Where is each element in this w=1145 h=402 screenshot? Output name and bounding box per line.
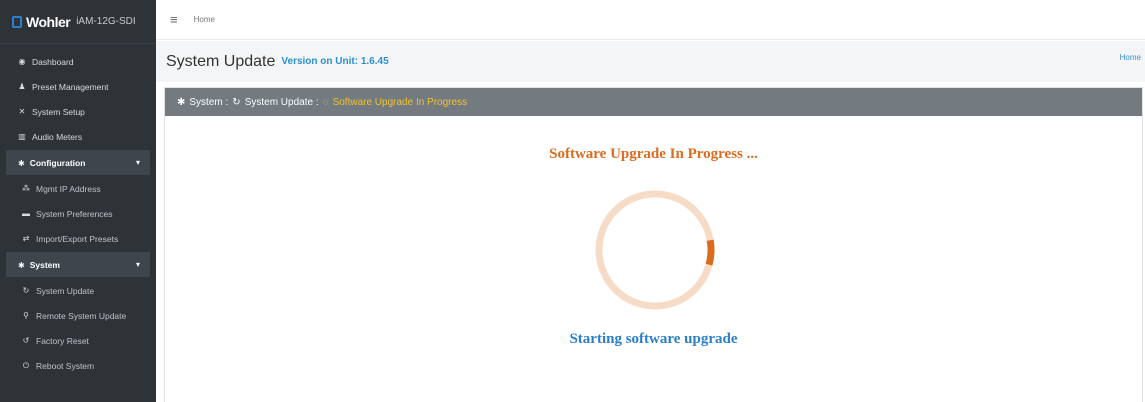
bar-chart-icon: ▥ <box>18 132 26 141</box>
exchange-icon: ⇄ <box>22 234 30 243</box>
sidebar-item-factory-reset[interactable]: ↺ Factory Reset <box>0 328 156 353</box>
crumb-system-update: System Update : <box>244 96 319 108</box>
status-text: Starting software upgrade <box>569 331 738 347</box>
progress-ring <box>595 190 715 310</box>
sidebar-item-label: System Update <box>36 285 95 296</box>
progress-title: Software Upgrade In Progress ... <box>549 146 758 162</box>
sidebar-item-label: Remote System Update <box>36 310 127 321</box>
hamburger-icon[interactable]: ≡ <box>170 12 178 27</box>
device-model: iAM-12G-SDI <box>76 16 136 27</box>
sidebar-item-system-preferences[interactable]: ▬ System Preferences <box>0 201 156 226</box>
sidebar-item-label: System Setup <box>32 106 85 117</box>
sidebar-item-reboot-system[interactable]: ⏻ Reboot System <box>0 353 156 378</box>
dashboard-icon: ◉ <box>18 57 26 66</box>
sidebar-item-label: Import/Export Presets <box>36 233 119 244</box>
sidebar-item-label: Factory Reset <box>36 335 89 346</box>
sidebar-item-label: Preset Management <box>32 81 109 92</box>
sidebar-item-label: Audio Meters <box>32 131 83 142</box>
progress-ring-track <box>595 190 715 310</box>
sidebar-item-system-update[interactable]: ↻ System Update <box>0 278 156 303</box>
sidebar-item-preset-management[interactable]: ♟ Preset Management <box>0 74 156 99</box>
spinner-icon: ◌ <box>322 96 329 108</box>
sidebar-item-label: Reboot System <box>36 360 95 371</box>
sidebar-item-audio-meters[interactable]: ▥ Audio Meters <box>0 124 156 149</box>
chevron-down-icon: ▾ <box>135 260 140 269</box>
sidebar-group-label: System <box>29 259 60 270</box>
undo-icon: ↺ <box>22 336 30 345</box>
page-header: System Update Version on Unit: 1.6.45 Ho… <box>156 41 1145 82</box>
top-bar: ≡ Home <box>156 0 1145 40</box>
sidebar: Wohler iAM-12G-SDI ◉ Dashboard ♟ Preset … <box>0 0 156 402</box>
sidebar-group-system[interactable]: ✱ System ▾ <box>6 252 150 277</box>
power-icon: ⏻ <box>22 360 30 370</box>
users-icon: ♟ <box>18 82 26 91</box>
crumb-system: System : <box>189 96 229 108</box>
brand-header[interactable]: Wohler iAM-12G-SDI <box>0 0 156 44</box>
refresh-icon: ↻ <box>232 96 241 108</box>
sidebar-item-mgmt-ip-address[interactable]: ⁂ Mgmt IP Address <box>0 176 156 201</box>
preferences-icon: ▬ <box>22 209 30 218</box>
gears-icon: ✱ <box>177 96 186 108</box>
tools-icon: ✕ <box>18 107 26 116</box>
sidebar-item-label: Mgmt IP Address <box>36 183 101 194</box>
home-link[interactable]: Home <box>1120 53 1141 62</box>
sidebar-group-label: Configuration <box>29 157 86 168</box>
update-card: ✱ System : ↻ System Update : ◌ Software … <box>164 87 1143 402</box>
card-breadcrumb: ✱ System : ↻ System Update : ◌ Software … <box>165 88 1142 116</box>
network-icon: ⁂ <box>22 184 30 193</box>
page-title: System Update <box>166 52 276 70</box>
wohler-logo-icon <box>12 15 22 28</box>
chevron-down-icon: ▾ <box>135 158 140 167</box>
sidebar-group-configuration[interactable]: ✱ Configuration ▾ <box>6 150 150 175</box>
remote-network-icon: ⚲ <box>23 311 29 320</box>
gears-icon: ✱ <box>18 260 25 270</box>
crumb-active: Software Upgrade In Progress <box>332 96 468 108</box>
sidebar-item-import-export-presets[interactable]: ⇄ Import/Export Presets <box>0 226 156 251</box>
brand-logo: Wohler <box>26 13 71 30</box>
sidebar-item-system-setup[interactable]: ✕ System Setup <box>0 99 156 124</box>
sidebar-item-remote-system-update[interactable]: ⚲ Remote System Update <box>0 303 156 328</box>
sidebar-item-dashboard[interactable]: ◉ Dashboard <box>0 49 156 74</box>
breadcrumb-home[interactable]: Home <box>194 15 215 24</box>
unit-version: Version on Unit: 1.6.45 <box>281 56 389 67</box>
sidebar-item-label: System Preferences <box>36 208 113 219</box>
sidebar-item-label: Dashboard <box>32 56 74 67</box>
gear-icon: ✱ <box>18 158 25 168</box>
refresh-icon: ↻ <box>22 286 30 295</box>
